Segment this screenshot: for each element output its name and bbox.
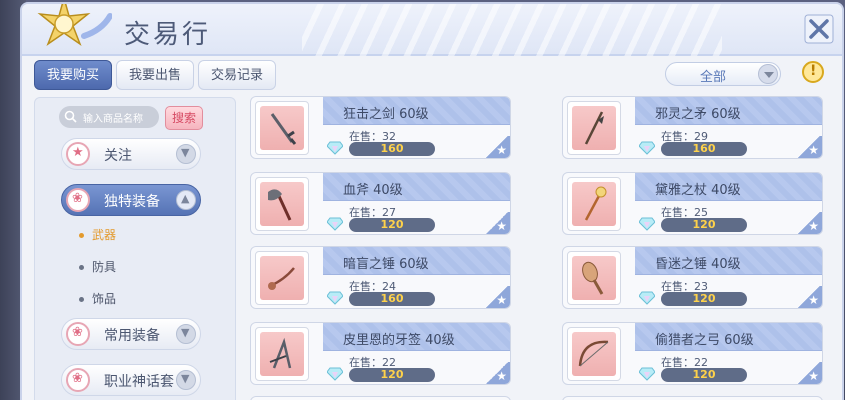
axe-icon [268, 189, 292, 221]
staff-icon [584, 186, 607, 221]
category-follow[interactable]: ★ 关注 ▼ [61, 138, 201, 170]
gem-icon [327, 141, 343, 155]
window-title: 交易行 [124, 20, 212, 50]
category-sidebar: 输入商品名称 搜索 ★ 关注 ▼ ❀ 独特装备 ▲ 武器 防具 饰品 ❀ 常用装… [34, 97, 236, 400]
emblem-icon [37, 4, 112, 46]
paw-icon: ❀ [66, 322, 90, 346]
chevron-down-icon [758, 64, 778, 84]
club-icon [582, 261, 604, 295]
gem-icon [327, 367, 343, 381]
item-thumbnail [567, 101, 621, 155]
item-name: 昏迷之锤 40级 [655, 257, 741, 272]
favorite-star-icon[interactable]: ★ [796, 362, 822, 384]
search-placeholder: 输入商品名称 [83, 114, 143, 125]
filter-selected: 全部 [700, 70, 727, 85]
filter-dropdown[interactable]: 全部 [665, 62, 781, 86]
bow-icon [578, 340, 609, 367]
chevron-down-icon: ▼ [176, 370, 196, 390]
spear-icon [584, 111, 604, 145]
item-price: 120 [661, 218, 747, 232]
category-label: 常用装备 [104, 328, 160, 344]
game-screen: 交易行 我要购买 我要出售 交易记录 全部 ! 输入商品名称 搜索 ★ 关注 ▼… [0, 0, 845, 400]
category-label: 职业神话套 [104, 374, 174, 390]
item-card[interactable]: 皮里恩的牙签 40级 在售：22 120 ★ [250, 322, 511, 385]
item-card[interactable]: 昏迷之锤 40级 在售：23 120 ★ [562, 246, 823, 309]
item-price: 160 [661, 142, 747, 156]
item-thumbnail [255, 327, 309, 381]
favorite-star-icon[interactable]: ★ [484, 212, 510, 234]
item-card[interactable]: 偷猎者之弓 60级 在售：22 120 ★ [562, 322, 823, 385]
item-card[interactable]: 黛雅之杖 40级 在售：25 120 ★ [562, 172, 823, 235]
favorite-star-icon[interactable]: ★ [796, 286, 822, 308]
category-class-myth-set[interactable]: ❀ 职业神话套 ▼ [61, 364, 201, 396]
subcategory-weapon[interactable]: 武器 [79, 226, 116, 243]
category-label: 关注 [104, 148, 132, 164]
info-icon[interactable]: ! [802, 61, 824, 83]
item-card[interactable]: 暗盲之锤 60级 在售：24 160 ★ [250, 246, 511, 309]
chevron-down-icon: ▼ [176, 144, 196, 164]
search-button[interactable]: 搜索 [165, 106, 203, 130]
chevron-up-icon: ▲ [176, 190, 196, 210]
chevron-down-icon: ▼ [176, 324, 196, 344]
item-card[interactable]: 血斧 40级 在售：27 120 ★ [250, 172, 511, 235]
item-grid: 狂击之剑 60级 在售：32 160 ★ 邪灵之矛 60级 在售：29 160 … [244, 94, 842, 400]
paw-icon: ❀ [66, 188, 90, 212]
item-price: 120 [349, 218, 435, 232]
dagger-icon [269, 337, 292, 369]
mace-icon [268, 267, 295, 290]
sword-icon [270, 113, 297, 145]
star-icon: ★ [66, 142, 90, 166]
gem-icon [639, 217, 655, 231]
favorite-star-icon[interactable]: ★ [796, 136, 822, 158]
item-thumbnail [567, 251, 621, 305]
item-thumbnail [567, 327, 621, 381]
tab-history[interactable]: 交易记录 [198, 60, 277, 90]
item-name: 皮里恩的牙签 40级 [343, 333, 455, 348]
search-input[interactable]: 输入商品名称 [59, 106, 159, 128]
gem-icon [639, 141, 655, 155]
item-thumbnail [255, 101, 309, 155]
tab-buy[interactable]: 我要购买 [34, 60, 113, 90]
item-thumbnail [255, 251, 309, 305]
item-price: 120 [661, 292, 747, 306]
item-thumbnail [567, 177, 621, 231]
paw-icon: ❀ [66, 368, 90, 392]
trade-window: 交易行 我要购买 我要出售 交易记录 全部 ! 输入商品名称 搜索 ★ 关注 ▼… [22, 4, 842, 400]
tab-sell[interactable]: 我要出售 [116, 60, 195, 90]
item-name: 黛雅之杖 40级 [655, 183, 741, 198]
item-name: 暗盲之锤 60级 [343, 257, 429, 272]
item-price: 120 [661, 368, 747, 382]
category-common-equipment[interactable]: ❀ 常用装备 ▼ [61, 318, 201, 350]
category-unique-equipment[interactable]: ❀ 独特装备 ▲ [61, 184, 201, 216]
favorite-star-icon[interactable]: ★ [484, 362, 510, 384]
favorite-star-icon[interactable]: ★ [484, 286, 510, 308]
gem-icon [327, 291, 343, 305]
title-bar: 交易行 [22, 4, 842, 56]
search-icon [64, 110, 77, 123]
subcategory-accessory[interactable]: 饰品 [79, 290, 116, 307]
item-name: 邪灵之矛 60级 [655, 107, 741, 122]
trade-tabs: 我要购买 我要出售 交易记录 [34, 60, 277, 92]
category-label: 独特装备 [104, 194, 160, 210]
item-name: 血斧 40级 [343, 183, 403, 198]
item-price: 120 [349, 368, 435, 382]
item-card[interactable]: 狂击之剑 60级 在售：32 160 ★ [250, 96, 511, 159]
favorite-star-icon[interactable]: ★ [484, 136, 510, 158]
item-card-partial[interactable] [250, 396, 511, 400]
gem-icon [639, 367, 655, 381]
favorite-star-icon[interactable]: ★ [796, 212, 822, 234]
close-icon[interactable] [804, 14, 834, 44]
gem-icon [639, 291, 655, 305]
item-price: 160 [349, 142, 435, 156]
item-thumbnail [255, 177, 309, 231]
gem-icon [327, 217, 343, 231]
item-card[interactable]: 邪灵之矛 60级 在售：29 160 ★ [562, 96, 823, 159]
item-price: 160 [349, 292, 435, 306]
subcategory-armor[interactable]: 防具 [79, 258, 116, 275]
item-card-partial[interactable] [562, 396, 823, 400]
item-name: 狂击之剑 60级 [343, 107, 429, 122]
item-name: 偷猎者之弓 60级 [655, 333, 754, 348]
